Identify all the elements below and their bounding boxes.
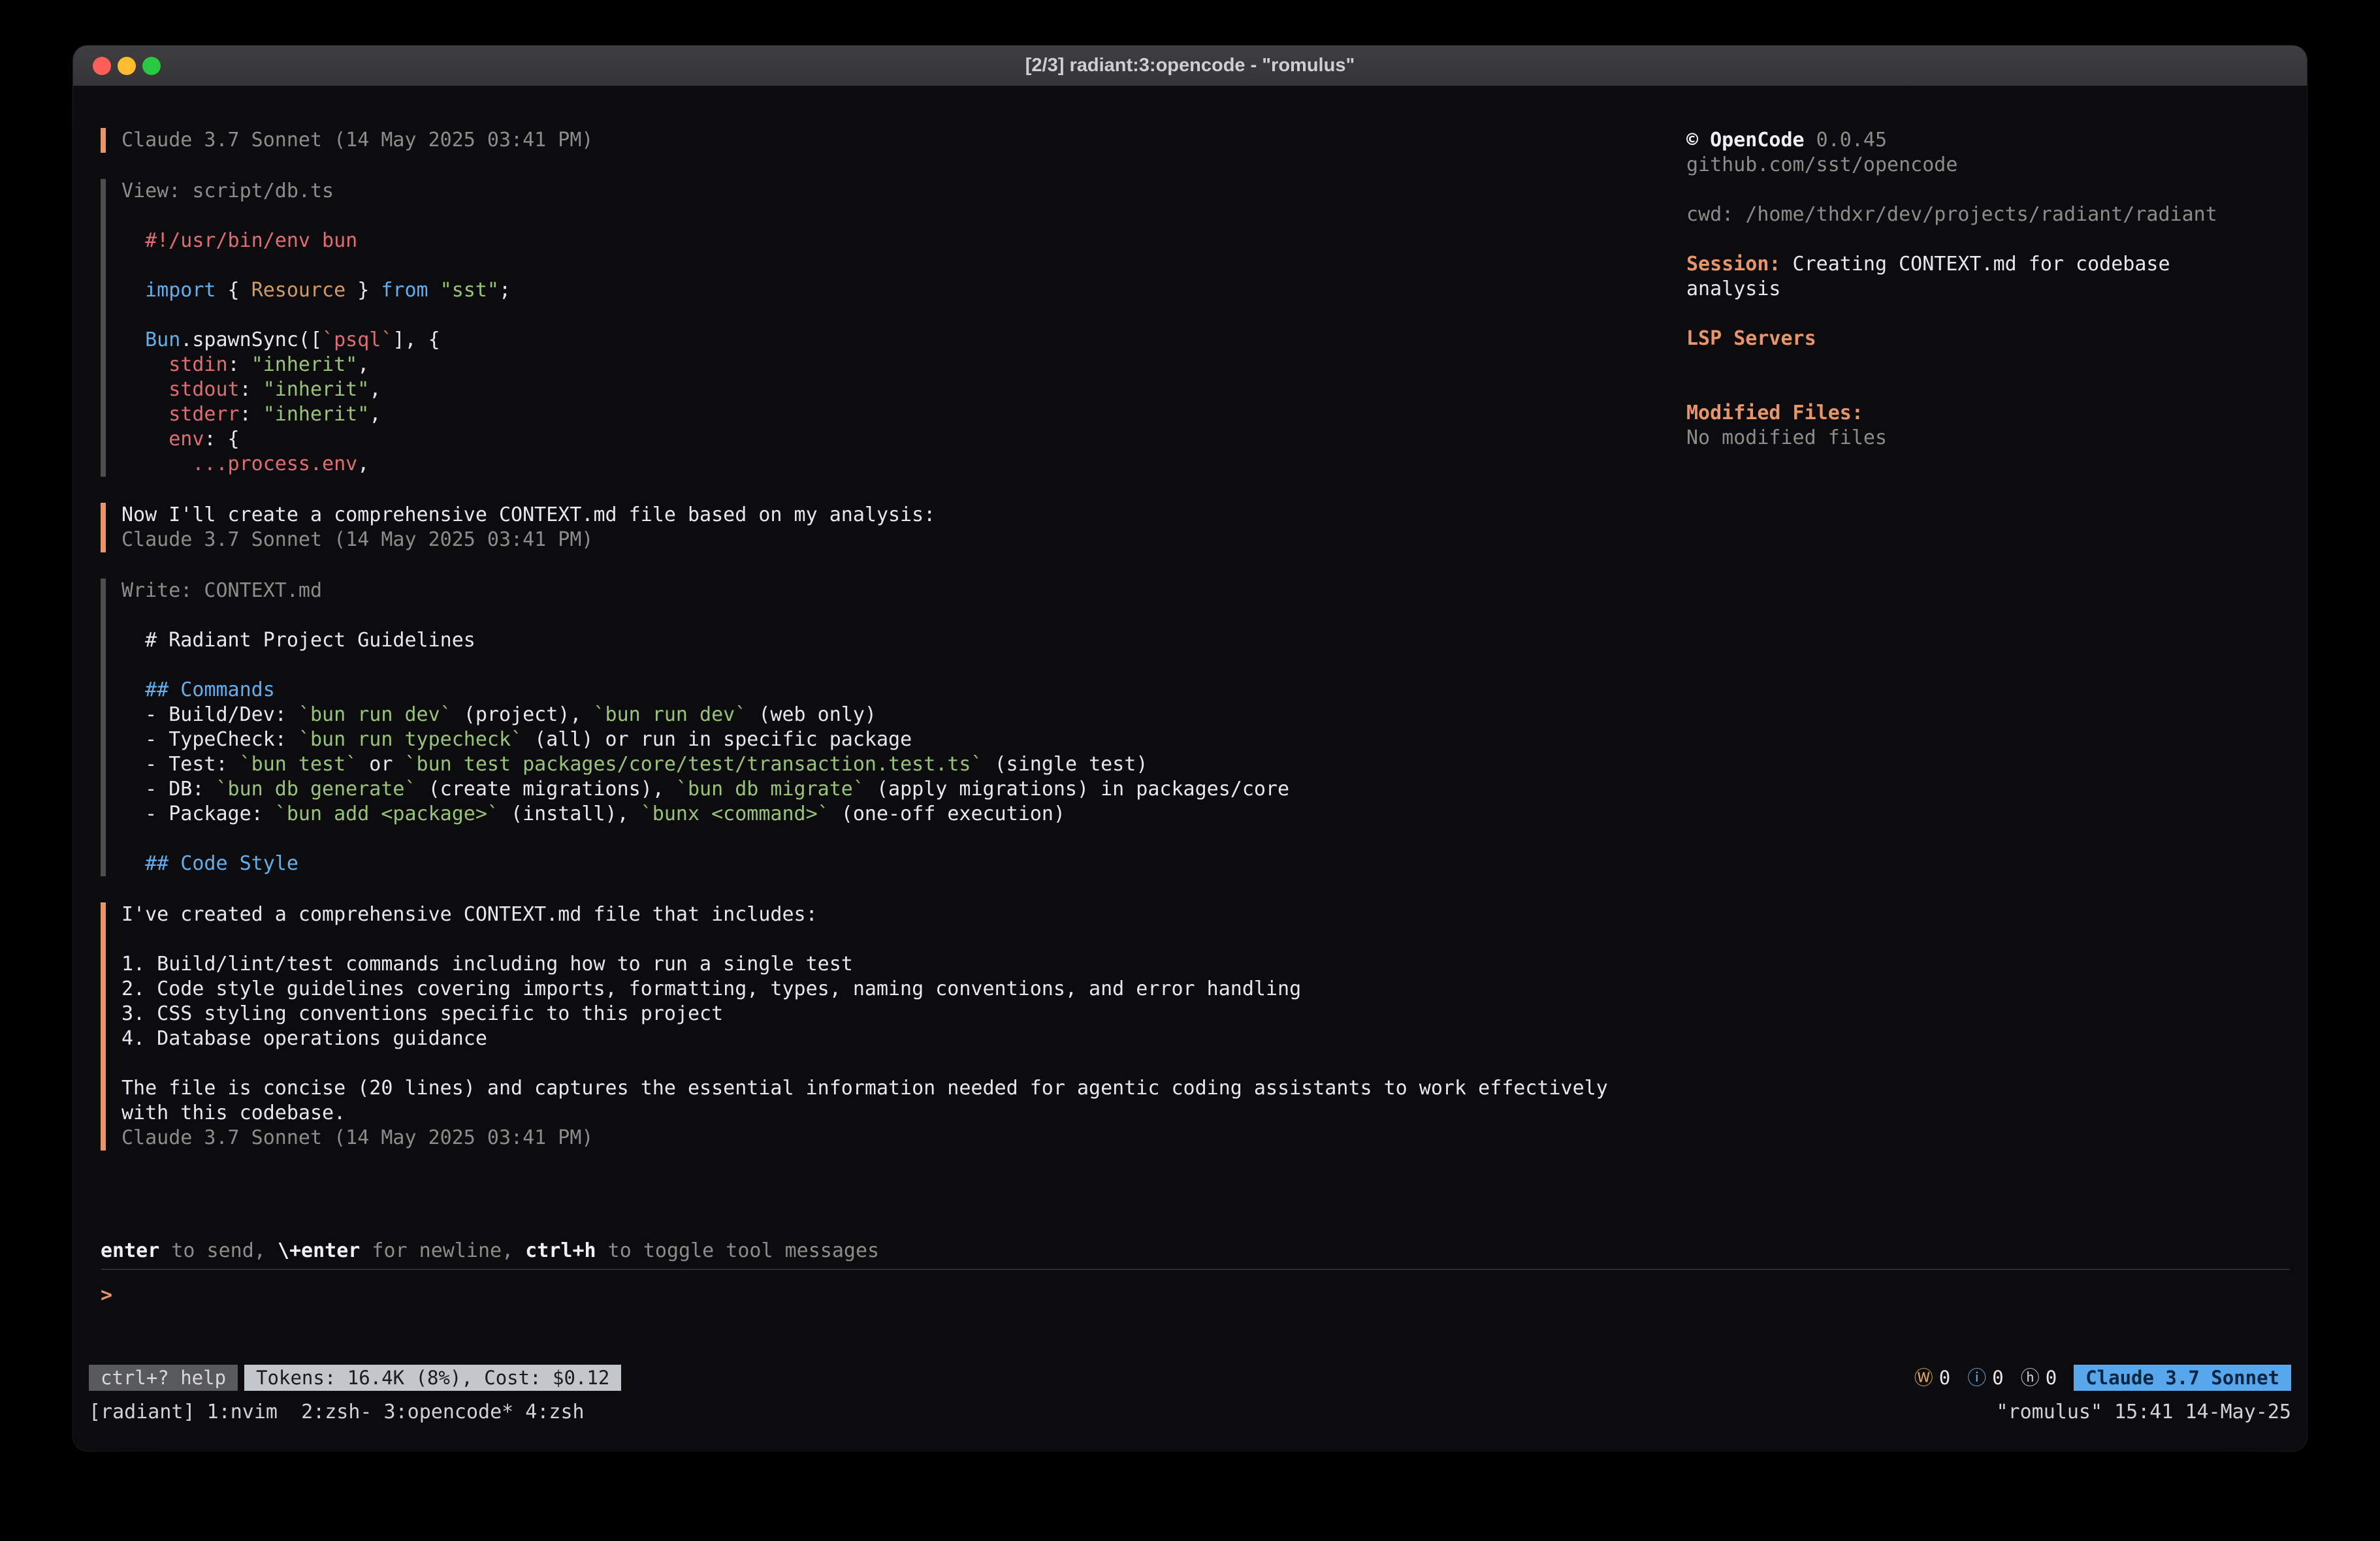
- tool-view-block: View: script/db.ts #!/usr/bin/env bun im…: [101, 179, 1686, 477]
- text-line: Bun.spawnSync([`psql`], {: [121, 328, 1686, 353]
- text-line: [121, 653, 1686, 678]
- message-text: Now I'll create a comprehensive CONTEXT.…: [121, 503, 1686, 528]
- input-area: enter to send, \+enter for newline, ctrl…: [73, 1239, 2307, 1308]
- message-meta: Claude 3.7 Sonnet (14 May 2025 03:41 PM): [121, 128, 1686, 153]
- opencode-tui: Claude 3.7 Sonnet (14 May 2025 03:41 PM)…: [73, 86, 2307, 1451]
- text-line: # Radiant Project Guidelines: [121, 628, 1686, 653]
- assistant-message-summary: I've created a comprehensive CONTEXT.md …: [101, 902, 1686, 1151]
- prompt-symbol: >: [101, 1284, 112, 1307]
- traffic-lights: [93, 46, 161, 86]
- text-line: [1686, 376, 2261, 401]
- text-line: No modified files: [1686, 426, 2261, 451]
- hint-icon: ⓗ: [2021, 1365, 2040, 1390]
- status-bar: ctrl+? help Tokens: 16.4K (8%), Cost: $0…: [73, 1365, 2307, 1391]
- input-empty-space[interactable]: [73, 1308, 2307, 1365]
- text-line: [121, 204, 1686, 229]
- text-line: © OpenCode 0.0.45: [1686, 128, 2261, 153]
- input-separator: [101, 1269, 2290, 1270]
- text-line: Session: Creating CONTEXT.md for codebas…: [1686, 252, 2261, 302]
- text-line: [1686, 178, 2261, 202]
- tokens-cost-chip: Tokens: 16.4K (8%), Cost: $0.12: [244, 1365, 621, 1391]
- assistant-message: Now I'll create a comprehensive CONTEXT.…: [101, 503, 1686, 552]
- text-line: [1686, 302, 2261, 326]
- text-line: - TypeCheck: `bun run typecheck` (all) o…: [121, 727, 1686, 752]
- content-columns: Claude 3.7 Sonnet (14 May 2025 03:41 PM)…: [73, 128, 2307, 1177]
- terminal-window: [2/3] radiant:3:opencode - "romulus" Cla…: [73, 46, 2307, 1451]
- tool-title: Write: CONTEXT.md: [121, 579, 1686, 603]
- message-text: I've created a comprehensive CONTEXT.md …: [121, 902, 1686, 1126]
- text-line: - Package: `bun add <package>` (install)…: [121, 802, 1686, 827]
- help-shortcut-chip[interactable]: ctrl+? help: [89, 1365, 238, 1391]
- diagnostic-warnings: Ⓦ0: [1914, 1365, 1950, 1390]
- status-left: ctrl+? help Tokens: 16.4K (8%), Cost: $0…: [89, 1365, 621, 1391]
- info-count: 0: [1992, 1365, 2003, 1390]
- text-line: [121, 603, 1686, 628]
- markdown-block: # Radiant Project Guidelines ## Commands…: [121, 603, 1686, 876]
- message-meta: Claude 3.7 Sonnet (14 May 2025 03:41 PM): [121, 528, 1686, 552]
- chat-area: Claude 3.7 Sonnet (14 May 2025 03:41 PM)…: [73, 128, 1686, 1177]
- status-right: Ⓦ0 ⓘ0 ⓗ0 Claude 3.7 Sonnet: [1914, 1365, 2291, 1391]
- window-titlebar: [2/3] radiant:3:opencode - "romulus": [73, 46, 2307, 86]
- text-line: env: {: [121, 427, 1686, 452]
- diagnostic-info: ⓘ0: [1967, 1365, 2003, 1390]
- tool-write-block: Write: CONTEXT.md # Radiant Project Guid…: [101, 579, 1686, 876]
- model-badge[interactable]: Claude 3.7 Sonnet: [2074, 1365, 2291, 1391]
- minimize-button[interactable]: [118, 57, 136, 75]
- tmux-window-list[interactable]: [radiant] 1:nvim 2:zsh- 3:opencode* 4:zs…: [89, 1400, 585, 1425]
- prompt-input[interactable]: >: [101, 1283, 2290, 1308]
- text-line: ...process.env,: [121, 452, 1686, 477]
- text-line: enter to send, \+enter for newline, ctrl…: [101, 1239, 2290, 1263]
- text-line: - DB: `bun db generate` (create migratio…: [121, 777, 1686, 802]
- text-line: [1686, 351, 2261, 376]
- text-line: ## Commands: [121, 678, 1686, 703]
- text-line: stderr: "inherit",: [121, 402, 1686, 427]
- keyboard-hints: enter to send, \+enter for newline, ctrl…: [101, 1239, 2290, 1263]
- hint-count: 0: [2046, 1365, 2057, 1390]
- text-line: - Build/Dev: `bun run dev` (project), `b…: [121, 703, 1686, 727]
- text-line: #!/usr/bin/env bun: [121, 229, 1686, 253]
- text-line: [1686, 227, 2261, 252]
- text-line: ## Code Style: [121, 851, 1686, 876]
- text-line: LSP Servers: [1686, 326, 2261, 351]
- window-title: [2/3] radiant:3:opencode - "romulus": [1025, 55, 1355, 76]
- text-line: Modified Files:: [1686, 401, 2261, 426]
- info-icon: ⓘ: [1967, 1365, 1986, 1390]
- close-button[interactable]: [93, 57, 111, 75]
- diagnostic-hints: ⓗ0: [2021, 1365, 2057, 1390]
- tmux-session-info: "romulus" 15:41 14-May-25: [1996, 1400, 2291, 1425]
- text-line: cwd: /home/thdxr/dev/projects/radiant/ra…: [1686, 202, 2261, 227]
- message-meta: Claude 3.7 Sonnet (14 May 2025 03:41 PM): [121, 1126, 1686, 1151]
- warning-icon: Ⓦ: [1914, 1365, 1933, 1390]
- text-line: [121, 303, 1686, 328]
- tmux-status-bar: [radiant] 1:nvim 2:zsh- 3:opencode* 4:zs…: [73, 1400, 2307, 1425]
- text-line: - Test: `bun test` or `bun test packages…: [121, 752, 1686, 777]
- text-line: stdin: "inherit",: [121, 353, 1686, 377]
- text-line: import { Resource } from "sst";: [121, 278, 1686, 303]
- assistant-message-header: Claude 3.7 Sonnet (14 May 2025 03:41 PM): [101, 128, 1686, 153]
- warning-count: 0: [1939, 1365, 1950, 1390]
- code-block: #!/usr/bin/env bun import { Resource } f…: [121, 204, 1686, 477]
- zoom-button[interactable]: [142, 57, 161, 75]
- text-line: [121, 253, 1686, 278]
- text-line: stdout: "inherit",: [121, 377, 1686, 402]
- text-line: github.com/sst/opencode: [1686, 153, 2261, 178]
- tool-title: View: script/db.ts: [121, 179, 1686, 204]
- text-line: [121, 827, 1686, 851]
- info-sidebar: © OpenCode 0.0.45github.com/sst/opencode…: [1686, 128, 2307, 451]
